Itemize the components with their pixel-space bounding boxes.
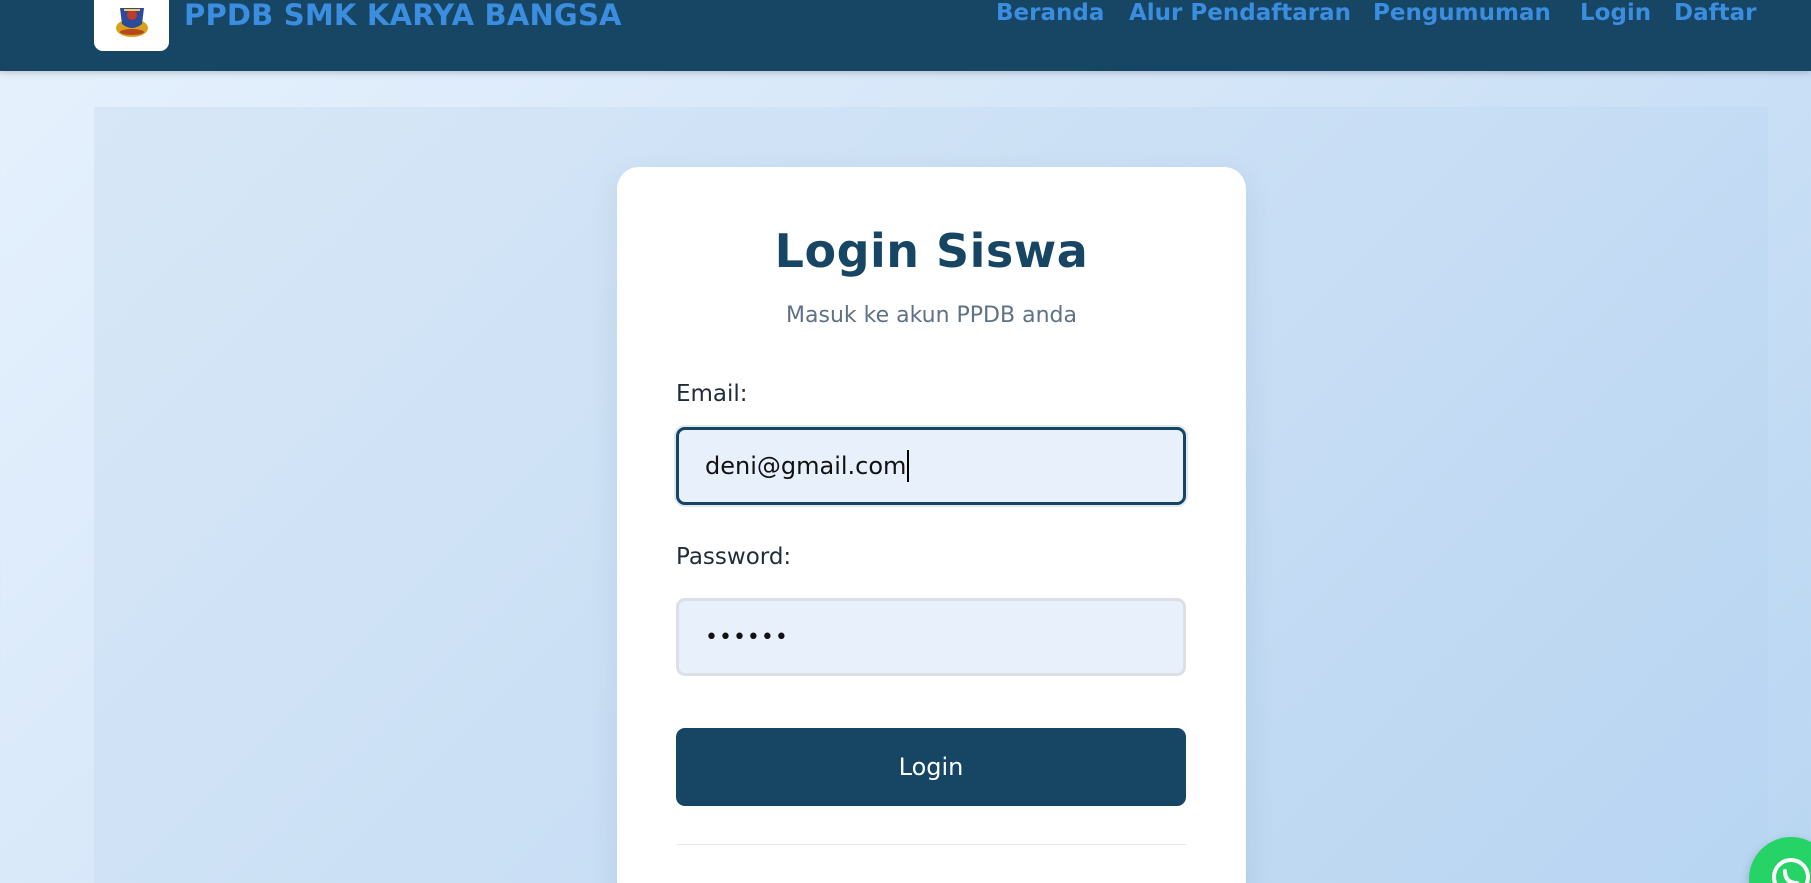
- password-field[interactable]: ••••••: [676, 598, 1186, 676]
- text-caret: [907, 450, 910, 482]
- nav-pengumuman[interactable]: Pengumuman: [1373, 0, 1551, 26]
- page-title: Login Siswa: [774, 224, 1089, 278]
- password-label: Password:: [676, 544, 792, 570]
- password-value: ••••••: [705, 624, 789, 650]
- top-navbar: PPDB SMK KARYA BANGSA Beranda Alur Penda…: [0, 0, 1811, 71]
- site-brand[interactable]: PPDB SMK KARYA BANGSA: [184, 0, 622, 32]
- email-field[interactable]: deni@gmail.com: [676, 427, 1186, 505]
- nav-login[interactable]: Login: [1580, 0, 1651, 26]
- logo[interactable]: [94, 0, 169, 51]
- email-value: deni@gmail.com: [705, 452, 907, 480]
- nav-daftar[interactable]: Daftar: [1674, 0, 1756, 26]
- page-subtitle: Masuk ke akun PPDB anda: [786, 303, 1077, 328]
- email-label: Email:: [676, 381, 748, 407]
- whatsapp-icon: [1772, 858, 1810, 883]
- nav-alur-pendaftaran[interactable]: Alur Pendaftaran: [1129, 0, 1351, 26]
- divider: [676, 844, 1186, 845]
- login-card: Login Siswa Masuk ke akun PPDB anda Emai…: [617, 167, 1246, 883]
- nav-beranda[interactable]: Beranda: [996, 0, 1104, 26]
- login-button[interactable]: Login: [676, 728, 1186, 806]
- school-crest-icon: [115, 7, 148, 37]
